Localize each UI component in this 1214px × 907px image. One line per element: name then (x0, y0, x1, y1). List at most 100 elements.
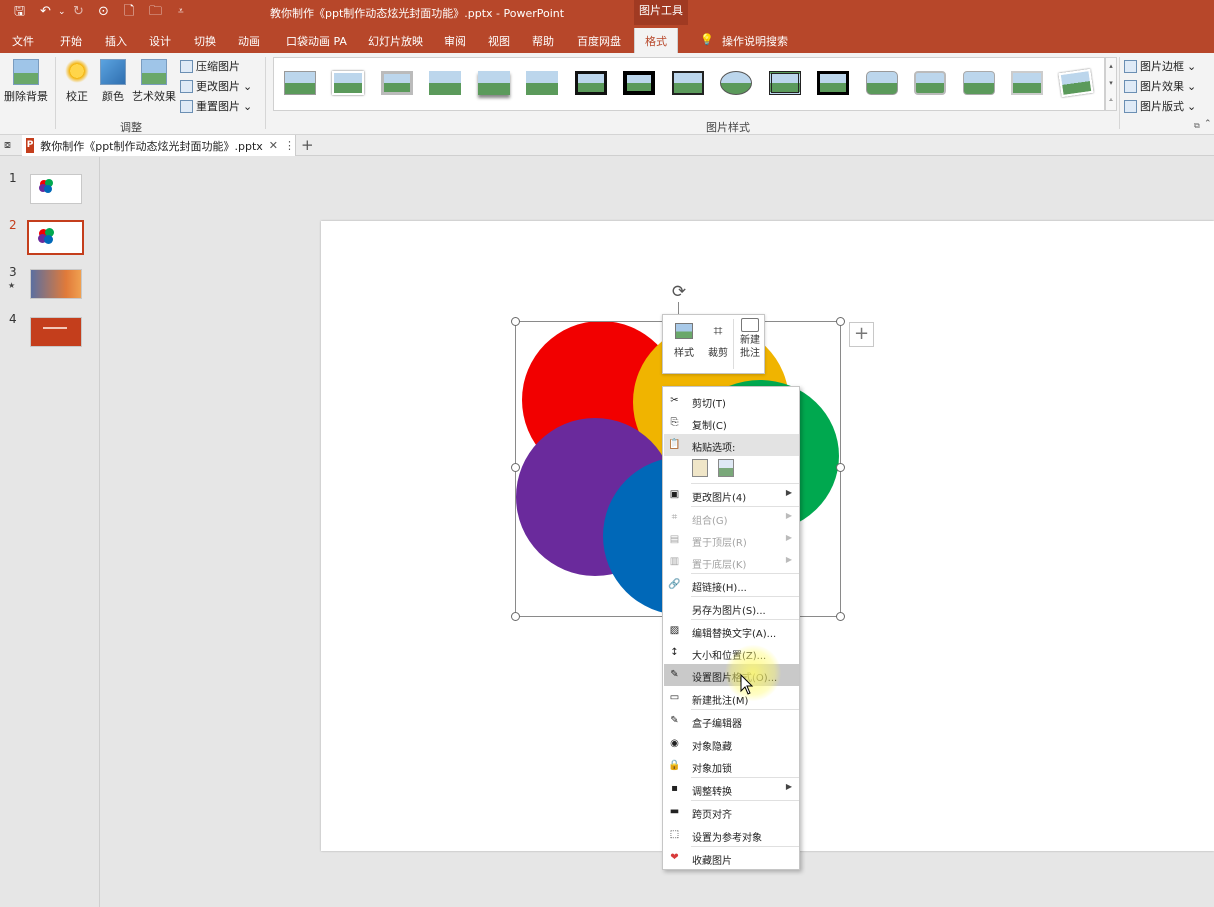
menu-item-cut[interactable]: ✂ 剪切(T) (664, 390, 799, 412)
resize-handle-sw[interactable] (511, 612, 520, 621)
menu-item-set-reference[interactable]: ⬚ 设置为参考对象 (664, 824, 799, 846)
menu-item-bring-to-front[interactable]: ▤ 置于顶层(R) ▶ (664, 529, 799, 551)
resize-handle-e[interactable] (836, 463, 845, 472)
menu-item-copy[interactable]: ⎘ 复制(C) (664, 412, 799, 434)
picture-style-14[interactable] (910, 67, 950, 99)
copy-icon: ⎘ (670, 417, 679, 428)
tab-view[interactable]: 视图 (488, 33, 510, 49)
tabs-menu-icon[interactable]: ⧇ (4, 138, 11, 152)
picture-style-10[interactable] (716, 67, 756, 99)
menu-item-box-editor[interactable]: ✎ 盒子编辑器 (664, 710, 799, 732)
slide-thumbnail-2-selected[interactable] (27, 220, 84, 255)
picture-border-icon (1124, 59, 1137, 73)
remove-background-button[interactable]: 删除背景 (4, 59, 48, 104)
style-button[interactable]: 样式 (669, 319, 699, 360)
menu-item-favorite-picture[interactable]: ❤ 收藏图片 (664, 847, 799, 869)
tab-file[interactable]: 文件 (12, 33, 34, 49)
menu-item-hyperlink[interactable]: 🔗 超链接(H)... (664, 574, 799, 596)
picture-style-15[interactable] (959, 67, 999, 99)
slide-number: 2 (9, 218, 17, 232)
tab-more-icon[interactable]: ⋮ (284, 139, 295, 152)
menu-item-hide-object[interactable]: ◉ 对象隐藏 (664, 733, 799, 755)
reset-picture-button[interactable]: 重置图片 ⌄ (180, 98, 252, 114)
picture-border-button[interactable]: 图片边框 ⌄ (1124, 58, 1196, 74)
tab-help[interactable]: 帮助 (532, 33, 554, 49)
customize-qat-icon[interactable]: ⩡ (178, 3, 184, 21)
picture-style-12[interactable] (813, 67, 853, 99)
picture-style-17[interactable] (1056, 67, 1096, 99)
tab-format[interactable]: 格式 (634, 28, 678, 53)
compress-pictures-button[interactable]: 压缩图片 (180, 58, 240, 74)
color-button[interactable]: 颜色 (98, 59, 128, 104)
undo-dropdown-icon[interactable]: ⌄ (58, 3, 66, 21)
close-tab-icon[interactable]: ✕ (269, 139, 278, 152)
document-tab[interactable]: P 教你制作《ppt制作动态炫光封面功能》.pptx ✕ ⋮ (22, 135, 296, 156)
picture-style-11[interactable] (765, 67, 805, 99)
undo-icon[interactable]: ↶ (40, 3, 51, 21)
rotate-handle-icon[interactable]: ⟳ (669, 283, 689, 303)
new-comment-button[interactable]: 新建 批注 (735, 318, 765, 360)
start-from-beginning-icon[interactable]: ⊙ (98, 3, 109, 21)
new-file-icon[interactable]: 🗋 (124, 3, 134, 21)
paste-keep-format-icon[interactable] (692, 459, 708, 477)
artistic-effects-button[interactable]: 艺术效果 (132, 59, 176, 104)
picture-style-7[interactable] (571, 67, 611, 99)
tab-pocket-animation[interactable]: 口袋动画 PA (286, 33, 347, 49)
reference-icon: ⬚ (669, 829, 680, 840)
picture-style-8[interactable] (619, 67, 659, 99)
picture-style-2[interactable] (328, 67, 368, 99)
crop-button[interactable]: ⌗ 裁剪 (703, 319, 733, 360)
menu-item-edit-alt-text[interactable]: ▨ 编辑替换文字(A)... (664, 620, 799, 642)
change-picture-button[interactable]: 更改图片 ⌄ (180, 78, 252, 94)
save-icon[interactable]: 🖫 (14, 3, 25, 21)
picture-layout-button[interactable]: 图片版式 ⌄ (1124, 98, 1196, 114)
tell-me-search[interactable]: 操作说明搜索 (722, 33, 788, 49)
document-tabs-bar: ⧇ P 教你制作《ppt制作动态炫光封面功能》.pptx ✕ ⋮ + (0, 135, 1214, 156)
menu-item-send-to-back[interactable]: ▥ 置于底层(K) ▶ (664, 551, 799, 573)
tab-transitions[interactable]: 切换 (194, 33, 216, 49)
tab-insert[interactable]: 插入 (105, 33, 127, 49)
menu-item-cross-page-align[interactable]: ▬ 跨页对齐 (664, 801, 799, 823)
gallery-scroll[interactable]: ▴ ▾ ⩡ (1105, 57, 1117, 111)
open-folder-icon[interactable]: 🗀 (149, 3, 162, 21)
picture-style-1[interactable] (280, 67, 320, 99)
slide-thumbnail-3[interactable] (30, 269, 82, 299)
menu-item-lock-object[interactable]: 🔒 对象加锁 (664, 755, 799, 777)
picture-style-4[interactable] (425, 67, 465, 99)
resize-handle-w[interactable] (511, 463, 520, 472)
menu-item-save-as-picture[interactable]: 另存为图片(S)... (664, 597, 799, 619)
picture-style-6[interactable] (522, 67, 562, 99)
tab-animations[interactable]: 动画 (238, 33, 260, 49)
picture-style-13[interactable] (862, 67, 902, 99)
tab-design[interactable]: 设计 (149, 33, 171, 49)
slide-thumbnail-4[interactable] (30, 317, 82, 347)
tab-review[interactable]: 审阅 (444, 33, 466, 49)
resize-handle-ne[interactable] (836, 317, 845, 326)
menu-item-change-picture[interactable]: ▣ 更改图片(4) ▶ (664, 484, 799, 506)
slide-thumbnail-1[interactable] (30, 174, 82, 204)
paste-as-picture-icon[interactable] (718, 459, 734, 477)
resize-handle-nw[interactable] (511, 317, 520, 326)
new-tab-icon[interactable]: + (301, 136, 314, 154)
corrections-button[interactable]: 校正 (62, 59, 92, 104)
tab-baidu-netdisk[interactable]: 百度网盘 (577, 33, 621, 49)
picture-style-5[interactable] (474, 67, 514, 99)
picture-style-3[interactable] (377, 67, 417, 99)
picture-effects-button[interactable]: 图片效果 ⌄ (1124, 78, 1196, 94)
picture-style-9[interactable] (668, 67, 708, 99)
picture-style-16[interactable] (1007, 67, 1047, 99)
redo-icon[interactable]: ↻ (73, 3, 84, 21)
reset-picture-icon (180, 99, 193, 113)
tab-home[interactable]: 开始 (60, 33, 82, 49)
submenu-arrow-icon: ▶ (785, 555, 792, 564)
edit-icon: ✎ (670, 715, 679, 726)
menu-item-group[interactable]: ⌗ 组合(G) ▶ (664, 507, 799, 529)
tab-slideshow[interactable]: 幻灯片放映 (368, 33, 423, 49)
collapse-ribbon-icon[interactable]: ⌃ (1204, 119, 1212, 129)
slide-number: 4 (9, 312, 17, 326)
title-bar: 🖫 ↶ ⌄ ↻ ⊙ 🗋 🗀 ⩡ 教你制作《ppt制作动态炫光封面功能》.pptx… (0, 0, 1214, 25)
resize-handle-se[interactable] (836, 612, 845, 621)
layout-options-button[interactable]: + (849, 322, 874, 347)
menu-item-adjust-convert[interactable]: ▪ 调整转换 ▶ (664, 778, 799, 800)
dialog-launcher-icon[interactable]: ⧉ (1194, 121, 1200, 131)
